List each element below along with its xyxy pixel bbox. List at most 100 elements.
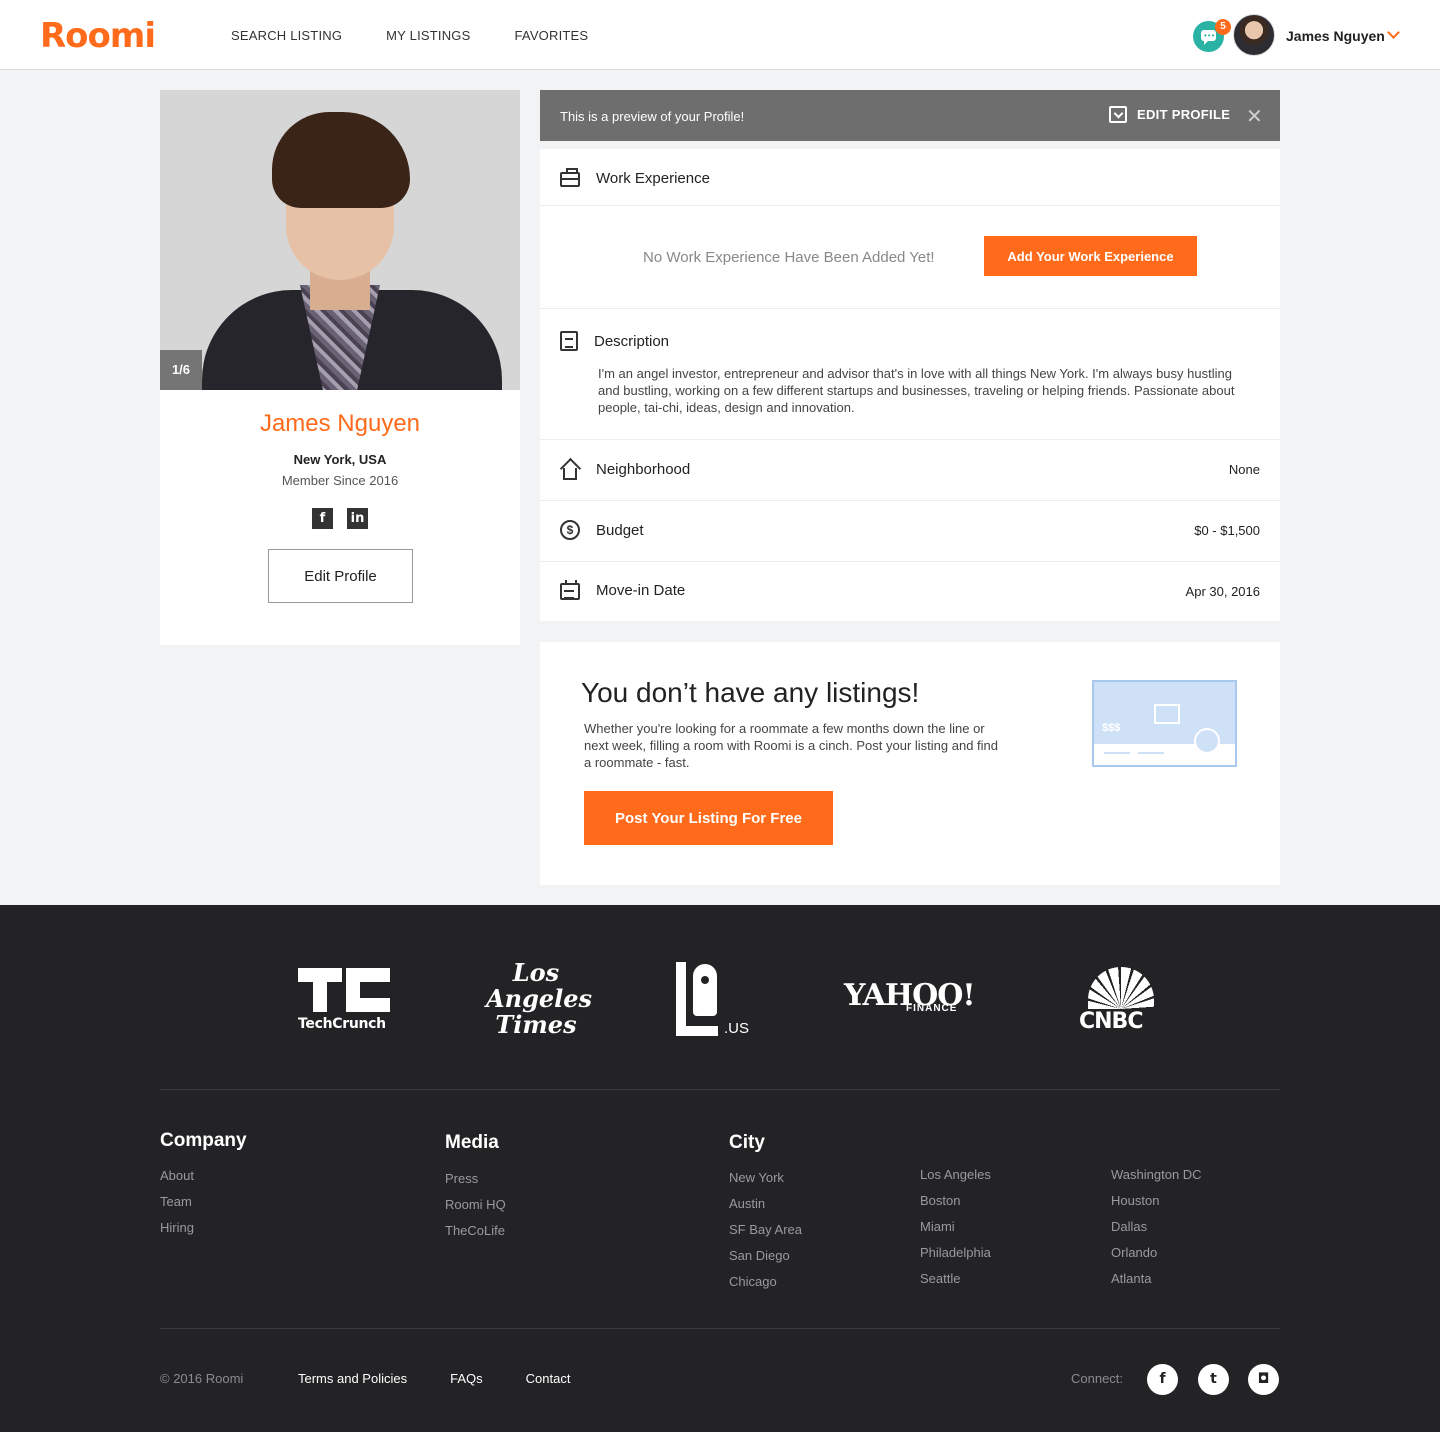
divider [540,439,1280,440]
footer-link-roomi-hq[interactable]: Roomi HQ [445,1196,506,1222]
techcrunch-wordmark: TechCrunch [298,1016,386,1032]
city-link[interactable]: Chicago [729,1273,802,1299]
city-link[interactable]: Los Angeles [920,1166,991,1192]
connect-label: Connect: [1071,1371,1124,1386]
profile-details-card: Work Experience No Work Experience Have … [540,149,1280,621]
divider [540,308,1280,309]
roomi-logo[interactable]: Roomi [40,16,156,56]
footer-link-thecolife[interactable]: TheCoLife [445,1222,506,1248]
la-times-line: Los [512,958,560,987]
add-work-experience-button[interactable]: Add Your Work Experience [984,236,1197,276]
city-link[interactable]: Philadelphia [920,1244,991,1270]
city-link[interactable]: Austin [729,1195,802,1221]
cnbc-logo: CNBC [1079,1009,1143,1034]
city-link[interactable]: SF Bay Area [729,1221,802,1247]
footer-link-terms[interactable]: Terms and Policies [298,1371,407,1386]
footer-link-press[interactable]: Press [445,1170,506,1196]
chat-dots: ••• [1204,31,1216,40]
nav-my-listings[interactable]: MY LISTINGS [386,28,470,43]
footer-divider [160,1328,1280,1329]
footer-city-list-3: Washington DC Houston Dallas Orlando Atl… [1111,1166,1202,1296]
footer-link-faqs[interactable]: FAQs [450,1371,483,1386]
yahoo-finance-subtitle: FINANCE [906,1003,958,1014]
city-link[interactable]: Houston [1111,1192,1202,1218]
city-link[interactable]: Boston [920,1192,991,1218]
budget-row: $ Budget [560,520,644,540]
listings-text: Whether you're looking for a roommate a … [584,721,999,770]
illustration-price: $$$ [1102,722,1121,734]
description-title: Description [594,332,670,350]
profile-social-links: f in [312,508,368,529]
logo-shape [676,962,686,1036]
city-link[interactable]: Miami [920,1218,991,1244]
city-link[interactable]: New York [729,1169,802,1195]
city-link[interactable]: Dallas [1111,1218,1202,1244]
move-in-row: Move-in Date [560,580,685,600]
la-us-text: .US [724,1020,750,1037]
footer-link-about[interactable]: About [160,1167,194,1193]
dollar-icon: $ [560,520,580,540]
city-link[interactable]: Seattle [920,1270,991,1296]
close-icon[interactable]: ✕ [1246,104,1263,129]
city-link[interactable]: Orlando [1111,1244,1202,1270]
chevron-down-icon[interactable] [1387,26,1400,39]
user-name[interactable]: James Nguyen [1286,28,1385,44]
briefcase-icon [560,168,580,187]
nav-search-listing[interactable]: SEARCH LISTING [231,28,342,43]
profile-name: James Nguyen [259,410,421,437]
footer-company-title: Company [160,1130,247,1151]
preview-edit-label: EDIT PROFILE [1137,107,1231,122]
twitter-icon[interactable]: t [1198,1364,1229,1395]
logo-shape [346,968,390,982]
illustration-circle [1194,728,1220,754]
logo-shape [360,998,390,1012]
instagram-icon[interactable]: ◘ [1248,1364,1279,1395]
footer-link-team[interactable]: Team [160,1193,194,1219]
photo-counter: 1/6 [160,350,202,390]
profile-location: New York, USA [293,452,387,467]
city-link[interactable]: Atlanta [1111,1270,1202,1296]
illustration-line [1104,752,1130,754]
logo-shape [346,982,360,1012]
listings-card: You don’t have any listings! Whether you… [540,642,1280,885]
city-link[interactable]: San Diego [729,1247,802,1273]
footer-company-list: About Team Hiring [160,1167,194,1245]
footer-city-title: City [729,1132,765,1153]
city-link[interactable]: Washington DC [1111,1166,1202,1192]
rocket-icon [693,964,717,1016]
site-footer: TechCrunch Los Angeles Times .US YAHOO! … [0,905,1440,1432]
nav-favorites[interactable]: FAVORITES [514,28,588,43]
preview-banner: This is a preview of your Profile! EDIT … [540,90,1280,141]
work-experience-header: Work Experience [560,168,710,187]
footer-link-hiring[interactable]: Hiring [160,1219,194,1245]
la-times-line: Angeles [486,984,593,1013]
footer-city-list-1: New York Austin SF Bay Area San Diego Ch… [729,1169,802,1299]
budget-label: Budget [596,521,644,539]
edit-profile-button[interactable]: Edit Profile [268,549,413,603]
cnbc-peacock-icon [1088,967,1154,1009]
listing-illustration: $$$ [1092,680,1237,767]
post-listing-button[interactable]: Post Your Listing For Free [584,791,833,845]
user-avatar[interactable] [1233,14,1275,56]
budget-value: $0 - $1,500 [1194,523,1260,538]
divider [540,500,1280,501]
edit-icon [1109,106,1127,123]
neighborhood-value: None [1228,462,1260,477]
preview-edit-profile-link[interactable]: EDIT PROFILE [1109,106,1230,123]
divider [540,561,1280,562]
neighborhood-row: Neighborhood [560,459,690,480]
profile-photo[interactable]: 1/6 [160,90,520,390]
move-in-value: Apr 30, 2016 [1185,584,1260,599]
linkedin-icon[interactable]: in [347,508,368,529]
photo-hair [272,112,410,208]
facebook-icon[interactable]: f [312,508,333,529]
facebook-icon[interactable]: f [1147,1364,1178,1395]
work-empty-note: No Work Experience Have Been Added Yet! [643,249,935,266]
listings-title: You don’t have any listings! [581,677,920,708]
main-nav: SEARCH LISTING MY LISTINGS FAVORITES [231,28,588,43]
work-experience-title: Work Experience [596,169,710,187]
notification-badge: 5 [1215,19,1231,35]
footer-link-contact[interactable]: Contact [526,1371,571,1386]
footer-city-list-2: Los Angeles Boston Miami Philadelphia Se… [920,1166,991,1296]
footer-media-title: Media [445,1132,499,1153]
